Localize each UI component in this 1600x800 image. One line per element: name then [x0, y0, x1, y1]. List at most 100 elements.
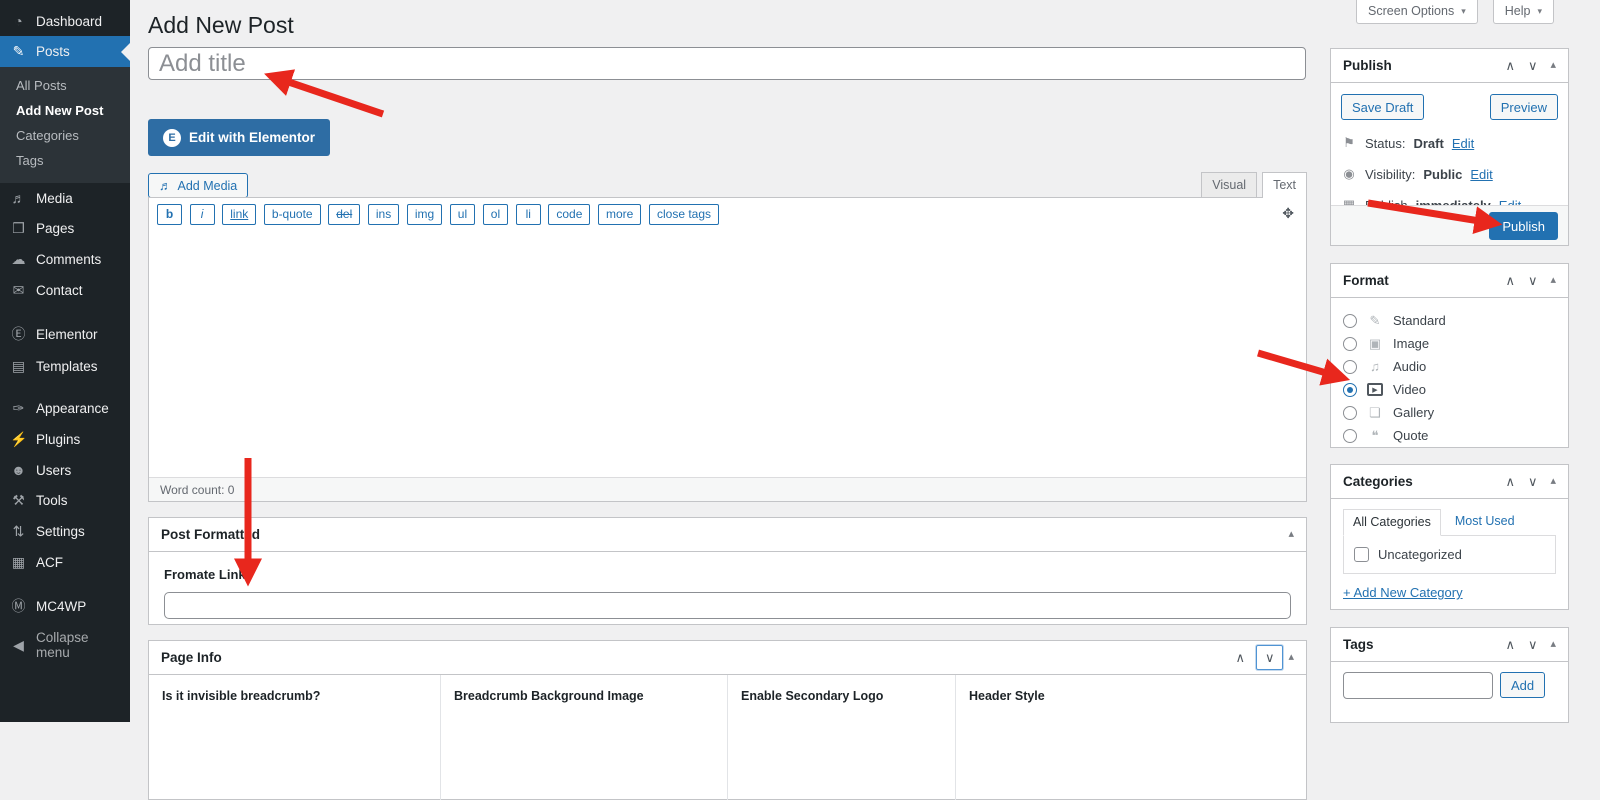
collapse-toggle-icon[interactable]: ▴ — [1550, 639, 1556, 650]
status-row: ⚑ Status: Draft Edit — [1341, 135, 1558, 151]
move-down-icon[interactable]: ∨ — [1528, 59, 1538, 72]
quicktag-li-button[interactable]: li — [516, 204, 541, 225]
edit-status-link[interactable]: Edit — [1452, 136, 1474, 151]
collapse-toggle-icon[interactable]: ▴ — [1288, 652, 1294, 663]
collapse-toggle-icon[interactable]: ▴ — [1550, 476, 1556, 487]
move-up-icon[interactable]: ∧ — [1505, 274, 1515, 287]
sidebar-item-media[interactable]: ♬ Media — [0, 183, 130, 213]
preview-button[interactable]: Preview — [1490, 94, 1558, 120]
move-down-icon[interactable]: ∨ — [1256, 645, 1284, 670]
format-option-label: Image — [1393, 336, 1429, 351]
sidebar-item-acf[interactable]: ▦ ACF — [0, 547, 130, 578]
tab-most-used[interactable]: Most Used — [1455, 514, 1515, 535]
move-down-icon[interactable]: ∨ — [1528, 475, 1538, 488]
collapse-toggle-icon[interactable]: ▴ — [1550, 60, 1556, 71]
page-info-title: Page Info — [161, 650, 1235, 665]
format-body: ✎ Standard ▣ Image ♫ Audio ▶ Video ❏ Gal… — [1331, 298, 1568, 458]
sidebar-item-users[interactable]: ☻ Users — [0, 455, 130, 485]
radio-quote[interactable] — [1343, 429, 1357, 443]
format-option-gallery: ❏ Gallery — [1343, 401, 1556, 424]
mc4wp-icon: Ⓜ — [10, 596, 27, 616]
categories-body: All Categories Most Used Uncategorized +… — [1331, 499, 1568, 612]
quicktag-bold-button[interactable]: b — [157, 204, 182, 225]
add-media-button[interactable]: ♬ Add Media — [148, 173, 248, 198]
post-content-textarea[interactable] — [149, 230, 1306, 477]
new-tag-input[interactable] — [1343, 672, 1493, 699]
sidebar-item-templates[interactable]: ▤ Templates — [0, 351, 130, 382]
sidebar-item-label: Comments — [36, 252, 101, 267]
submenu-tags[interactable]: Tags — [0, 148, 130, 173]
sidebar-item-pages[interactable]: ❒ Pages — [0, 213, 130, 244]
sidebar-item-appearance[interactable]: ✑ Appearance — [0, 393, 130, 424]
format-option-label: Video — [1393, 382, 1426, 397]
sidebar-item-label: Posts — [36, 44, 70, 59]
collapse-toggle-icon[interactable]: ▴ — [1550, 275, 1556, 286]
sidebar-item-dashboard[interactable]: ◔ Dashboard — [0, 6, 130, 36]
quicktag-del-button[interactable]: del — [328, 204, 360, 225]
radio-gallery[interactable] — [1343, 406, 1357, 420]
edit-visibility-link[interactable]: Edit — [1470, 167, 1492, 182]
quicktag-img-button[interactable]: img — [407, 204, 442, 225]
sidebar-item-contact[interactable]: ✉ Contact — [0, 275, 130, 306]
collapse-toggle-icon[interactable]: ▴ — [1288, 529, 1294, 540]
quicktag-italic-button[interactable]: i — [190, 204, 215, 225]
sidebar-item-label: Appearance — [36, 401, 109, 416]
add-new-category-link[interactable]: + Add New Category — [1343, 585, 1463, 600]
collapse-menu-button[interactable]: ◀ Collapse menu — [0, 623, 130, 667]
format-option-label: Audio — [1393, 359, 1426, 374]
tab-visual[interactable]: Visual — [1201, 172, 1257, 198]
radio-standard[interactable] — [1343, 314, 1357, 328]
publish-body: Save Draft Preview ⚑ Status: Draft Edit … — [1331, 83, 1568, 213]
format-option-image: ▣ Image — [1343, 332, 1556, 355]
publish-header: Publish ∧ ∨ ▴ — [1331, 49, 1568, 83]
quicktag-close-tags-button[interactable]: close tags — [649, 204, 719, 225]
post-formatted-title: Post Formatted — [161, 527, 1288, 542]
quicktag-blockquote-button[interactable]: b-quote — [264, 204, 321, 225]
move-down-icon[interactable]: ∨ — [1528, 274, 1538, 287]
save-draft-button[interactable]: Save Draft — [1341, 94, 1424, 120]
submenu-all-posts[interactable]: All Posts — [0, 73, 130, 98]
settings-sliders-icon: ⇅ — [10, 523, 27, 540]
quicktag-link-button[interactable]: link — [222, 204, 256, 225]
sidebar-item-settings[interactable]: ⇅ Settings — [0, 516, 130, 547]
radio-image[interactable] — [1343, 337, 1357, 351]
text-editor: b i link b-quote del ins img ul ol li co… — [148, 197, 1307, 502]
format-option-video: ▶ Video — [1343, 378, 1556, 401]
radio-audio[interactable] — [1343, 360, 1357, 374]
move-up-icon[interactable]: ∧ — [1505, 475, 1515, 488]
post-title-input[interactable] — [148, 47, 1306, 80]
quicktag-ins-button[interactable]: ins — [368, 204, 399, 225]
quicktag-code-button[interactable]: code — [548, 204, 590, 225]
fullscreen-icon[interactable]: ✥ — [1282, 205, 1294, 222]
help-button[interactable]: Help ▾ — [1493, 0, 1554, 24]
move-down-icon[interactable]: ∨ — [1528, 638, 1538, 651]
publish-button[interactable]: Publish — [1489, 212, 1558, 240]
submenu-categories[interactable]: Categories — [0, 123, 130, 148]
tab-text[interactable]: Text — [1262, 172, 1307, 198]
quicktag-more-button[interactable]: more — [598, 204, 641, 225]
quicktag-ol-button[interactable]: ol — [483, 204, 508, 225]
add-tag-button[interactable]: Add — [1500, 672, 1545, 698]
sidebar-item-plugins[interactable]: ⚡ Plugins — [0, 424, 130, 455]
edit-with-elementor-button[interactable]: E Edit with Elementor — [148, 119, 330, 156]
sidebar-item-tools[interactable]: ⚒ Tools — [0, 485, 130, 516]
sidebar-item-mc4wp[interactable]: Ⓜ MC4WP — [0, 589, 130, 623]
tab-all-categories[interactable]: All Categories — [1343, 509, 1441, 536]
move-up-icon[interactable]: ∧ — [1235, 651, 1245, 664]
sidebar-item-comments[interactable]: ☁ Comments — [0, 244, 130, 275]
screen-options-button[interactable]: Screen Options ▾ — [1356, 0, 1478, 24]
checkbox-uncategorized[interactable] — [1354, 547, 1369, 562]
fromate-link-input[interactable] — [164, 592, 1291, 619]
submenu-add-new-post[interactable]: Add New Post — [0, 98, 130, 123]
sidebar-item-posts[interactable]: ✎ Posts — [0, 36, 130, 67]
move-up-icon[interactable]: ∧ — [1505, 638, 1515, 651]
radio-video[interactable] — [1343, 383, 1357, 397]
sidebar-item-elementor[interactable]: Ⓔ Elementor — [0, 317, 130, 351]
move-up-icon[interactable]: ∧ — [1505, 59, 1515, 72]
pages-icon: ❒ — [10, 220, 27, 237]
quicktag-ul-button[interactable]: ul — [450, 204, 475, 225]
post-formatted-metabox: Post Formatted ▴ Fromate Link — [148, 517, 1307, 625]
publish-footer: Publish — [1331, 205, 1568, 245]
format-title: Format — [1343, 273, 1505, 288]
tags-body: Add — [1331, 662, 1568, 709]
